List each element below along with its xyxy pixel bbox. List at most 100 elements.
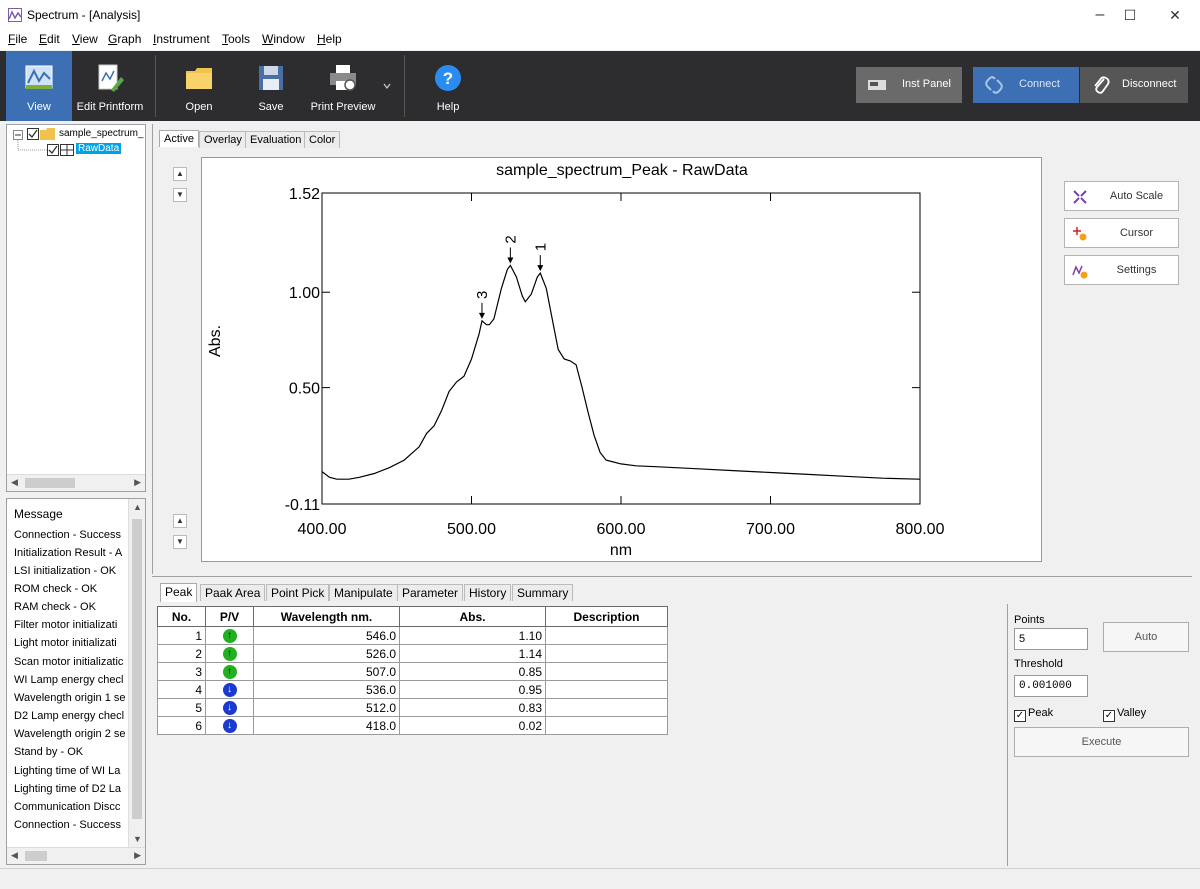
- menu-instrument[interactable]: Instrument: [153, 32, 210, 46]
- message-horizontal-scrollbar[interactable]: ◀ ▶: [7, 847, 145, 864]
- table-row[interactable]: 4 ↓ 536.0 0.95: [157, 680, 668, 699]
- settings-button[interactable]: Settings: [1064, 255, 1179, 285]
- peak-marker-label: 2: [502, 235, 519, 243]
- message-vertical-scrollbar[interactable]: ▲ ▼: [128, 499, 145, 847]
- execute-button[interactable]: Execute: [1014, 727, 1189, 757]
- collapse-icon[interactable]: [13, 130, 23, 140]
- inst-panel-label: Inst Panel: [902, 78, 951, 90]
- tab-evaluation[interactable]: Evaluation: [245, 131, 307, 148]
- auto-button[interactable]: Auto: [1103, 622, 1189, 652]
- chart-svg: sample_spectrum_Peak - RawData Abs. nm 4…: [207, 162, 945, 559]
- tab-active[interactable]: Active: [159, 130, 199, 147]
- close-button[interactable]: ✕: [1160, 4, 1190, 26]
- help-button[interactable]: ? Help: [418, 51, 478, 121]
- table-row[interactable]: 2 ↑ 526.0 1.14: [157, 644, 668, 663]
- y-max-down-spin[interactable]: ▼: [173, 188, 187, 202]
- print-preview-label: Print Preview: [310, 101, 376, 113]
- table-row[interactable]: 3 ↑ 507.0 0.85: [157, 662, 668, 681]
- tab-peak-area[interactable]: Paak Area: [200, 584, 266, 601]
- description-cell[interactable]: [545, 644, 668, 663]
- chevron-down-icon[interactable]: [382, 81, 392, 91]
- description-cell[interactable]: [545, 698, 668, 717]
- description-cell[interactable]: [545, 662, 668, 681]
- tree-rawdata-item[interactable]: RawData: [76, 143, 122, 154]
- tab-overlay[interactable]: Overlay: [199, 131, 247, 148]
- description-cell[interactable]: [545, 716, 668, 735]
- message-item: Communication Discc: [14, 801, 121, 813]
- y-tick-label: 1.52: [289, 186, 320, 203]
- checkbox-checked-icon[interactable]: [47, 144, 59, 156]
- menu-graph[interactable]: Graph: [108, 32, 141, 46]
- menu-tools[interactable]: Tools: [222, 32, 250, 46]
- peak-marker-label: 3: [474, 291, 491, 299]
- tab-parameter[interactable]: Parameter: [397, 584, 464, 601]
- row-number: 4: [157, 680, 206, 699]
- wavelength-cell: 418.0: [253, 716, 400, 735]
- tree-horizontal-scrollbar[interactable]: ◀ ▶: [7, 474, 145, 491]
- column-header[interactable]: Wavelength nm.: [253, 606, 400, 627]
- maximize-button[interactable]: ☐: [1115, 4, 1145, 26]
- tab-manipulate[interactable]: Manipulate: [329, 584, 398, 601]
- cursor-label: Cursor: [1119, 227, 1153, 239]
- scroll-down-icon[interactable]: ▼: [133, 834, 142, 844]
- disconnect-button[interactable]: Disconnect: [1080, 67, 1188, 103]
- tab-peak[interactable]: Peak: [160, 583, 198, 602]
- description-cell[interactable]: [545, 680, 668, 699]
- print-preview-button[interactable]: Print Preview: [308, 51, 378, 121]
- auto-scale-button[interactable]: Auto Scale: [1064, 181, 1179, 211]
- tab-point-pick[interactable]: Point Pick: [266, 584, 330, 601]
- menu-help[interactable]: Help: [317, 32, 342, 46]
- checkbox-checked-icon[interactable]: ✓: [1014, 710, 1026, 722]
- peak-marker-arrow: [478, 312, 485, 319]
- checkbox-checked-icon[interactable]: [27, 128, 39, 140]
- scroll-right-icon[interactable]: ▶: [134, 477, 141, 488]
- edit-printform-button[interactable]: Edit Printform: [74, 51, 146, 121]
- tab-history[interactable]: History: [464, 584, 512, 601]
- menu-view[interactable]: View: [72, 32, 98, 46]
- y-min-down-spin[interactable]: ▼: [173, 535, 187, 549]
- threshold-input[interactable]: 0.001000: [1014, 675, 1088, 697]
- tab-color[interactable]: Color: [304, 131, 341, 148]
- table-row[interactable]: 6 ↓ 418.0 0.02: [157, 716, 668, 735]
- scroll-right-icon[interactable]: ▶: [134, 850, 141, 861]
- tree-root-label[interactable]: sample_spectrum_: [59, 128, 143, 139]
- y-max-up-spin[interactable]: ▲: [173, 167, 187, 181]
- y-min-up-spin[interactable]: ▲: [173, 514, 187, 528]
- save-button[interactable]: Save: [242, 51, 300, 121]
- scroll-thumb[interactable]: [25, 478, 75, 488]
- scroll-thumb[interactable]: [25, 851, 47, 861]
- column-header[interactable]: Description: [545, 606, 668, 627]
- connect-button[interactable]: Connect: [973, 67, 1079, 103]
- help-icon: ?: [435, 65, 461, 91]
- message-item: Wavelength origin 1 se: [14, 692, 126, 704]
- scroll-up-icon[interactable]: ▲: [133, 502, 142, 512]
- valley-checkbox[interactable]: ✓ Valley: [1103, 707, 1146, 722]
- svg-text:?: ?: [443, 69, 453, 88]
- scroll-thumb[interactable]: [132, 519, 142, 819]
- message-item: Connection - Success: [14, 529, 121, 541]
- menu-edit[interactable]: Edit: [39, 32, 60, 46]
- inst-panel-button[interactable]: Inst Panel: [856, 67, 962, 103]
- tab-summary[interactable]: Summary: [512, 584, 574, 601]
- message-item: ROM check - OK: [14, 583, 98, 595]
- column-header[interactable]: P/V: [205, 606, 254, 627]
- table-row[interactable]: 1 ↑ 546.0 1.10: [157, 626, 668, 645]
- scroll-left-icon[interactable]: ◀: [11, 850, 18, 861]
- minimize-button[interactable]: –: [1085, 4, 1115, 26]
- cursor-button[interactable]: Cursor: [1064, 218, 1179, 248]
- view-button[interactable]: View: [6, 51, 72, 121]
- peak-checkbox[interactable]: ✓ Peak: [1014, 707, 1053, 722]
- table-row[interactable]: 5 ↓ 512.0 0.83: [157, 698, 668, 717]
- column-header[interactable]: Abs.: [399, 606, 546, 627]
- abs-cell: 0.85: [399, 662, 546, 681]
- description-cell[interactable]: [545, 626, 668, 645]
- open-button[interactable]: Open: [170, 51, 228, 121]
- scroll-left-icon[interactable]: ◀: [11, 477, 18, 488]
- menu-window[interactable]: Window: [262, 32, 305, 46]
- menu-file[interactable]: File: [8, 32, 27, 46]
- column-header[interactable]: No.: [157, 606, 206, 627]
- spectrum-chart[interactable]: sample_spectrum_Peak - RawData Abs. nm 4…: [201, 157, 1042, 562]
- checkbox-checked-icon[interactable]: ✓: [1103, 710, 1115, 722]
- points-input[interactable]: 5: [1014, 628, 1088, 650]
- save-label: Save: [258, 101, 284, 113]
